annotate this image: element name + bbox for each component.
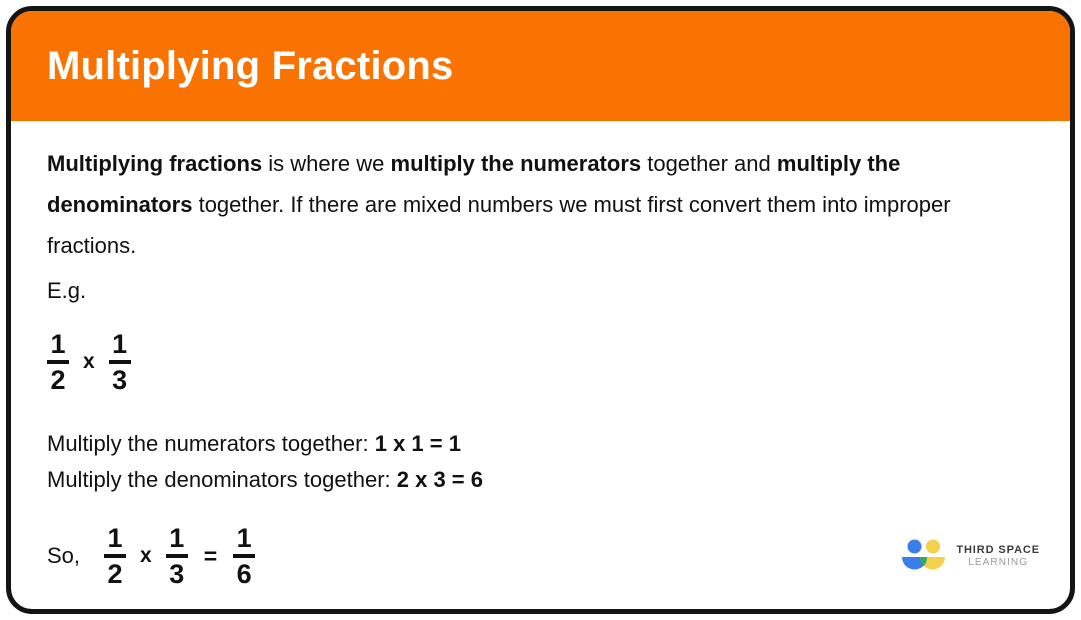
fraction-bar: [104, 554, 127, 559]
lesson-card: Multiplying Fractions Multiplying fracti…: [6, 6, 1075, 614]
fraction-one-sixth: 1 6: [233, 523, 256, 590]
step-numerators: Multiply the numerators together: 1 x 1 …: [47, 426, 1036, 462]
fraction-bar: [233, 554, 256, 559]
logo-line-1: THIRD SPACE: [956, 544, 1040, 557]
two-people-icon: [901, 539, 947, 573]
equals-operator: =: [203, 542, 218, 569]
denominator: 6: [236, 559, 252, 590]
multiply-operator: x: [140, 544, 152, 568]
fraction-bar: [47, 360, 69, 364]
card-body: Multiplying fractions is where we multip…: [11, 121, 1070, 609]
page-title: Multiplying Fractions: [47, 44, 454, 88]
numerator: 1: [112, 328, 128, 359]
step-denominators: Multiply the denominators together: 2 x …: [47, 462, 1036, 498]
step-list: Multiply the numerators together: 1 x 1 …: [47, 426, 1036, 498]
final-equation: So, 1 2 x 1 3 = 1 6: [47, 524, 1036, 589]
intro-paragraph: Multiplying fractions is where we multip…: [47, 143, 1036, 266]
intro-text-4: together and: [641, 151, 777, 176]
logo-line-2: LEARNING: [968, 556, 1029, 568]
step-result: 1 x 1 = 1: [374, 431, 461, 456]
denominator: 2: [50, 365, 66, 395]
numerator: 1: [50, 328, 66, 359]
fraction-one-third: 1 3: [108, 328, 131, 395]
fraction-bar: [165, 554, 188, 559]
multiply-operator: x: [83, 350, 95, 373]
denominator: 3: [169, 559, 185, 590]
step-label: Multiply the denominators together:: [47, 467, 397, 492]
third-space-learning-logo: THIRD SPACE LEARNING: [901, 539, 1040, 573]
intro-text-2: is where we: [262, 151, 391, 176]
card-header: Multiplying Fractions: [11, 11, 1070, 121]
fraction-bar: [108, 360, 131, 364]
intro-bold-3: multiply the numerators: [390, 151, 642, 176]
step-result: 2 x 3 = 6: [396, 467, 483, 492]
numerator: 1: [236, 523, 252, 553]
example-equation: 1 2 x 1 3: [47, 324, 1036, 400]
so-label: So,: [47, 543, 81, 569]
fraction-one-half: 1 2: [104, 523, 127, 590]
logo-wordmark: THIRD SPACE LEARNING: [956, 544, 1040, 568]
numerator: 1: [169, 523, 185, 553]
numerator: 1: [107, 523, 123, 553]
fraction-one-half: 1 2: [47, 328, 69, 395]
fraction-one-third: 1 3: [165, 523, 188, 590]
denominator: 3: [112, 365, 128, 395]
denominator: 2: [107, 559, 123, 590]
step-label: Multiply the numerators together:: [47, 431, 375, 456]
intro-bold-1: Multiplying fractions: [47, 151, 263, 176]
example-label: E.g.: [47, 278, 87, 303]
